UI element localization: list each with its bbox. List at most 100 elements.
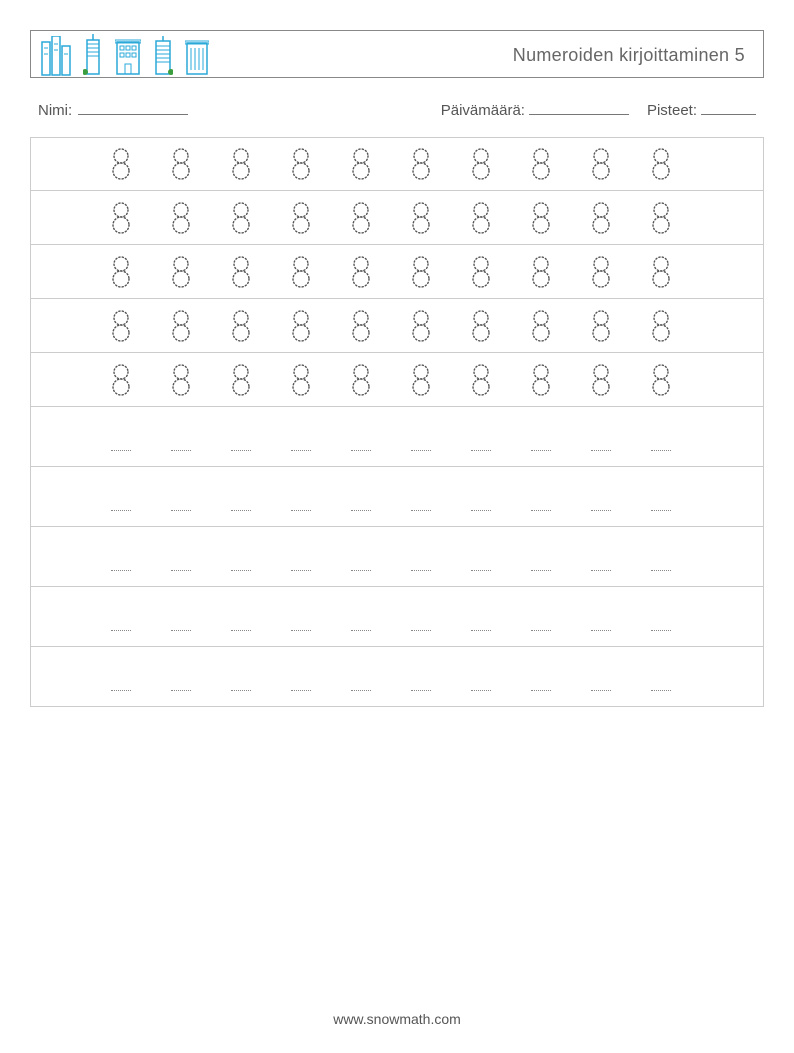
practice-guide-line[interactable]	[171, 565, 191, 577]
trace-digit-8[interactable]	[651, 255, 671, 289]
practice-guide-line[interactable]	[591, 445, 611, 457]
trace-digit-8[interactable]	[651, 147, 671, 181]
trace-digit-8[interactable]	[231, 309, 251, 343]
trace-digit-8[interactable]	[411, 147, 431, 181]
practice-guide-line[interactable]	[651, 685, 671, 697]
practice-guide-line[interactable]	[231, 625, 251, 637]
practice-guide-line[interactable]	[471, 685, 491, 697]
trace-digit-8[interactable]	[591, 255, 611, 289]
practice-guide-line[interactable]	[171, 685, 191, 697]
practice-guide-line[interactable]	[411, 685, 431, 697]
practice-guide-line[interactable]	[351, 445, 371, 457]
practice-guide-line[interactable]	[591, 685, 611, 697]
practice-guide-line[interactable]	[231, 505, 251, 517]
practice-guide-line[interactable]	[531, 565, 551, 577]
trace-digit-8[interactable]	[111, 363, 131, 397]
practice-guide-line[interactable]	[291, 565, 311, 577]
practice-guide-line[interactable]	[351, 625, 371, 637]
practice-guide-line[interactable]	[171, 445, 191, 457]
practice-guide-line[interactable]	[111, 445, 131, 457]
trace-digit-8[interactable]	[111, 201, 131, 235]
trace-digit-8[interactable]	[171, 363, 191, 397]
trace-digit-8[interactable]	[531, 147, 551, 181]
practice-guide-line[interactable]	[231, 565, 251, 577]
practice-guide-line[interactable]	[531, 625, 551, 637]
trace-digit-8[interactable]	[351, 309, 371, 343]
name-blank[interactable]	[78, 100, 188, 115]
trace-digit-8[interactable]	[231, 363, 251, 397]
practice-guide-line[interactable]	[471, 625, 491, 637]
practice-guide-line[interactable]	[591, 565, 611, 577]
practice-guide-line[interactable]	[651, 505, 671, 517]
trace-digit-8[interactable]	[231, 147, 251, 181]
practice-guide-line[interactable]	[231, 685, 251, 697]
practice-guide-line[interactable]	[111, 685, 131, 697]
trace-digit-8[interactable]	[231, 255, 251, 289]
trace-digit-8[interactable]	[591, 309, 611, 343]
trace-digit-8[interactable]	[351, 363, 371, 397]
trace-digit-8[interactable]	[471, 255, 491, 289]
trace-digit-8[interactable]	[591, 201, 611, 235]
trace-digit-8[interactable]	[411, 363, 431, 397]
trace-digit-8[interactable]	[411, 255, 431, 289]
trace-digit-8[interactable]	[291, 201, 311, 235]
practice-guide-line[interactable]	[351, 685, 371, 697]
trace-digit-8[interactable]	[351, 147, 371, 181]
trace-digit-8[interactable]	[471, 201, 491, 235]
trace-digit-8[interactable]	[651, 201, 671, 235]
practice-guide-line[interactable]	[231, 445, 251, 457]
practice-guide-line[interactable]	[591, 625, 611, 637]
trace-digit-8[interactable]	[471, 309, 491, 343]
practice-guide-line[interactable]	[471, 505, 491, 517]
trace-digit-8[interactable]	[651, 309, 671, 343]
practice-guide-line[interactable]	[291, 505, 311, 517]
trace-digit-8[interactable]	[411, 201, 431, 235]
score-blank[interactable]	[701, 100, 756, 115]
practice-guide-line[interactable]	[411, 625, 431, 637]
trace-digit-8[interactable]	[111, 255, 131, 289]
trace-digit-8[interactable]	[231, 201, 251, 235]
practice-guide-line[interactable]	[471, 445, 491, 457]
trace-digit-8[interactable]	[531, 363, 551, 397]
practice-guide-line[interactable]	[531, 445, 551, 457]
practice-guide-line[interactable]	[471, 565, 491, 577]
trace-digit-8[interactable]	[471, 363, 491, 397]
trace-digit-8[interactable]	[591, 147, 611, 181]
date-blank[interactable]	[529, 100, 629, 115]
trace-digit-8[interactable]	[471, 147, 491, 181]
practice-guide-line[interactable]	[651, 625, 671, 637]
practice-guide-line[interactable]	[531, 685, 551, 697]
trace-digit-8[interactable]	[531, 309, 551, 343]
trace-digit-8[interactable]	[351, 201, 371, 235]
practice-guide-line[interactable]	[651, 445, 671, 457]
practice-guide-line[interactable]	[531, 505, 551, 517]
practice-guide-line[interactable]	[291, 685, 311, 697]
practice-guide-line[interactable]	[291, 445, 311, 457]
trace-digit-8[interactable]	[411, 309, 431, 343]
trace-digit-8[interactable]	[171, 255, 191, 289]
trace-digit-8[interactable]	[651, 363, 671, 397]
practice-guide-line[interactable]	[411, 565, 431, 577]
trace-digit-8[interactable]	[171, 147, 191, 181]
trace-digit-8[interactable]	[111, 147, 131, 181]
trace-digit-8[interactable]	[171, 309, 191, 343]
trace-digit-8[interactable]	[291, 309, 311, 343]
practice-guide-line[interactable]	[411, 505, 431, 517]
trace-digit-8[interactable]	[291, 255, 311, 289]
practice-guide-line[interactable]	[411, 445, 431, 457]
practice-guide-line[interactable]	[111, 505, 131, 517]
trace-digit-8[interactable]	[351, 255, 371, 289]
practice-guide-line[interactable]	[291, 625, 311, 637]
trace-digit-8[interactable]	[291, 147, 311, 181]
practice-guide-line[interactable]	[171, 505, 191, 517]
practice-guide-line[interactable]	[591, 505, 611, 517]
practice-guide-line[interactable]	[351, 565, 371, 577]
practice-guide-line[interactable]	[111, 565, 131, 577]
practice-guide-line[interactable]	[171, 625, 191, 637]
practice-guide-line[interactable]	[351, 505, 371, 517]
trace-digit-8[interactable]	[591, 363, 611, 397]
trace-digit-8[interactable]	[111, 309, 131, 343]
practice-guide-line[interactable]	[651, 565, 671, 577]
trace-digit-8[interactable]	[531, 201, 551, 235]
trace-digit-8[interactable]	[531, 255, 551, 289]
